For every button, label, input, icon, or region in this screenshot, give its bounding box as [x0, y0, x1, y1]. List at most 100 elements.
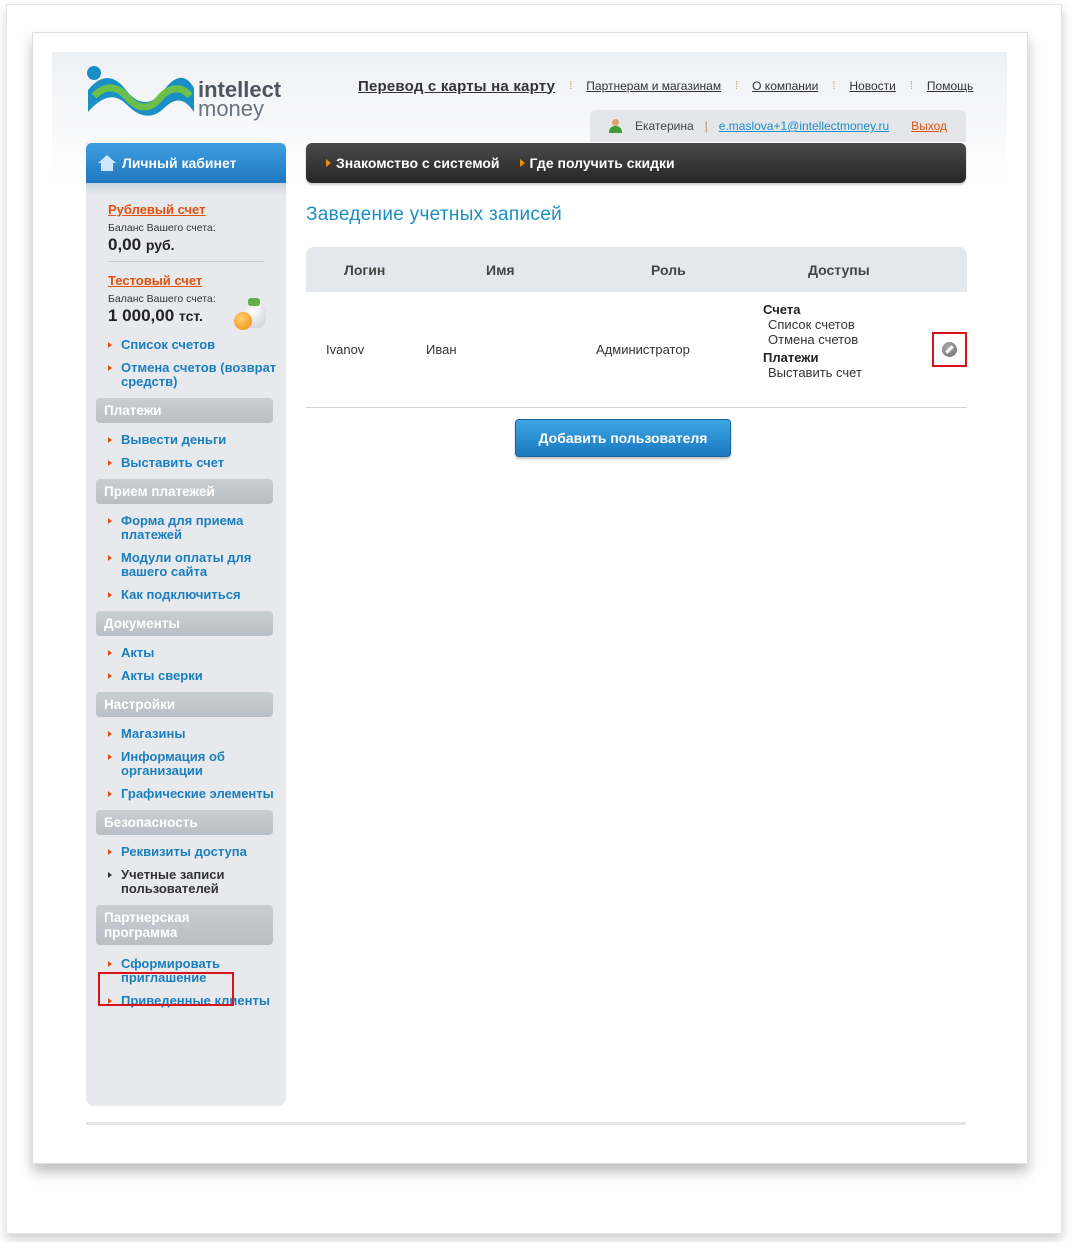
nav-separator: ⁞: [909, 80, 913, 92]
menu-item[interactable]: Магазины: [108, 727, 286, 741]
account-test-link[interactable]: Тестовый счет: [108, 273, 202, 288]
access-group: Счета: [763, 302, 801, 317]
menu-link-access-credentials[interactable]: Реквизиты доступа: [121, 844, 247, 859]
footer-divider: [86, 1122, 966, 1125]
table-header: Логин Имя Роль Доступы: [306, 247, 967, 292]
column-header-role: Роль: [651, 262, 686, 278]
menu-item[interactable]: Как подключиться: [108, 588, 286, 602]
add-user-button[interactable]: Добавить пользователя: [515, 419, 731, 457]
menu-item[interactable]: Список счетов: [108, 338, 286, 352]
section-payments-header: Платежи: [96, 398, 273, 423]
access-permission: Выставить счет: [768, 365, 862, 380]
cell-name: Иван: [426, 342, 457, 357]
menu-link-graphic-elements[interactable]: Графические элементы: [121, 786, 274, 801]
menu-link-withdraw[interactable]: Вывести деньги: [121, 432, 226, 447]
section-payments-menu: Вывести деньги Выставить счет: [108, 433, 286, 470]
cell-access: Счета Список счетов Отмена счетов Платеж…: [763, 302, 862, 380]
menu-item[interactable]: Отмена счетов (возврат средств): [108, 361, 286, 389]
section-security-header: Безопасность: [96, 810, 273, 835]
edit-highlight-box: [932, 332, 967, 367]
section-acceptance-header: Прием платежей: [96, 479, 273, 504]
account-ruble: Рублевый счет Баланс Вашего счета: 0,00 …: [108, 201, 264, 262]
users-table: Логин Имя Роль Доступы Ivanov Иван Админ…: [306, 247, 967, 408]
balance-amount: 1 000,00: [108, 306, 175, 325]
nav-news-link[interactable]: Новости: [849, 79, 895, 93]
mainbar-intro-link[interactable]: Знакомство с системой: [326, 155, 500, 171]
balance-label: Баланс Вашего счета:: [108, 222, 216, 234]
column-header-access: Доступы: [808, 262, 870, 278]
user-bar: Екатерина | e.maslova+1@intellectmoney.r…: [590, 110, 966, 142]
menu-item[interactable]: Акты: [108, 646, 286, 660]
section-documents-header: Документы: [96, 611, 273, 636]
menu-link-user-accounts[interactable]: Учетные записи пользователей: [121, 867, 224, 896]
cell-login: Ivanov: [326, 342, 365, 357]
nav-help-link[interactable]: Помощь: [927, 79, 973, 93]
user-icon: [608, 119, 622, 133]
column-header-name: Имя: [486, 262, 515, 278]
logo-mark-icon: [87, 66, 194, 116]
sidebar-title: Личный кабинет: [122, 155, 237, 171]
access-group: Платежи: [763, 350, 819, 365]
section-partner-header: Партнерская программа: [96, 905, 273, 945]
access-permission: Список счетов: [768, 317, 855, 332]
menu-link-invoice-cancel[interactable]: Отмена счетов (возврат средств): [121, 360, 276, 389]
money-bag-icon: [230, 298, 270, 334]
section-settings-header: Настройки: [96, 692, 273, 717]
menu-item[interactable]: Форма для приема платежей: [108, 514, 286, 542]
menu-link-invoice-list[interactable]: Список счетов: [121, 337, 215, 352]
nav-partners-link[interactable]: Партнерам и магазинам: [586, 79, 721, 93]
account-menu: Список счетов Отмена счетов (возврат сре…: [108, 338, 286, 389]
menu-item[interactable]: Графические элементы: [108, 787, 286, 801]
menu-link-organization-info[interactable]: Информация об организации: [121, 749, 225, 778]
column-header-login: Логин: [344, 262, 386, 278]
main-menu-bar: Знакомство с системой Где получить скидк…: [306, 143, 966, 183]
balance-value: 0,00 руб.: [108, 235, 264, 255]
user-email-link[interactable]: e.maslova+1@intellectmoney.ru: [719, 119, 889, 133]
balance-amount: 0,00: [108, 235, 142, 254]
menu-item[interactable]: Выставить счет: [108, 456, 286, 470]
sidebar: Личный кабинет Рублевый счет Баланс Ваше…: [86, 143, 286, 1106]
cell-role: Администратор: [596, 342, 690, 357]
table-row: Ivanov Иван Администратор Счета Список с…: [306, 292, 967, 408]
menu-item-active[interactable]: Учетные записи пользователей: [108, 868, 286, 896]
balance-unit: тст.: [178, 308, 203, 324]
balance-unit: руб.: [145, 237, 175, 253]
page: intellect money Перевод с карты на карту…: [52, 52, 1007, 1142]
menu-link-shops[interactable]: Магазины: [121, 726, 185, 741]
edit-pencil-icon[interactable]: [942, 342, 957, 357]
menu-item[interactable]: Акты сверки: [108, 669, 286, 683]
menu-link-acts[interactable]: Акты: [121, 645, 154, 660]
mainbar-discounts-link[interactable]: Где получить скидки: [519, 155, 675, 171]
nav-card-transfer-link[interactable]: Перевод с карты на карту: [358, 78, 555, 95]
menu-item[interactable]: Модули оплаты для вашего сайта: [108, 551, 286, 579]
menu-link-reconciliation-acts[interactable]: Акты сверки: [121, 668, 203, 683]
menu-link-issue-invoice[interactable]: Выставить счет: [121, 455, 224, 470]
section-documents-menu: Акты Акты сверки: [108, 646, 286, 683]
nav-separator: ⁞: [569, 80, 573, 92]
nav-separator: ⁞: [735, 80, 739, 92]
nav-about-link[interactable]: О компании: [752, 79, 818, 93]
account-divider: [108, 261, 264, 262]
sidebar-header-shadow: [86, 183, 286, 195]
top-navigation: Перевод с карты на карту ⁞ Партнерам и м…: [358, 76, 973, 96]
user-name: Екатерина: [635, 119, 694, 133]
menu-link-how-to-connect[interactable]: Как подключиться: [121, 587, 241, 602]
menu-item[interactable]: Информация об организации: [108, 750, 286, 778]
section-security-menu: Реквизиты доступа Учетные записи пользов…: [108, 845, 286, 896]
section-settings-menu: Магазины Информация об организации Графи…: [108, 727, 286, 801]
page-title: Заведение учетных записей: [306, 204, 563, 225]
menu-item[interactable]: Вывести деньги: [108, 433, 286, 447]
logout-link[interactable]: Выход: [911, 119, 947, 133]
logo[interactable]: intellect money: [86, 60, 296, 120]
menu-link-payment-modules[interactable]: Модули оплаты для вашего сайта: [121, 550, 251, 579]
section-acceptance-menu: Форма для приема платежей Модули оплаты …: [108, 514, 286, 602]
menu-item[interactable]: Реквизиты доступа: [108, 845, 286, 859]
active-item-highlight: [98, 972, 234, 1006]
access-permission: Отмена счетов: [768, 332, 859, 347]
nav-separator: ⁞: [832, 80, 836, 92]
home-icon: [98, 155, 116, 171]
logo-wordmark: intellect money: [198, 79, 281, 120]
menu-link-payment-form[interactable]: Форма для приема платежей: [121, 513, 243, 542]
sidebar-header[interactable]: Личный кабинет: [86, 143, 286, 183]
account-ruble-link[interactable]: Рублевый счет: [108, 202, 206, 217]
